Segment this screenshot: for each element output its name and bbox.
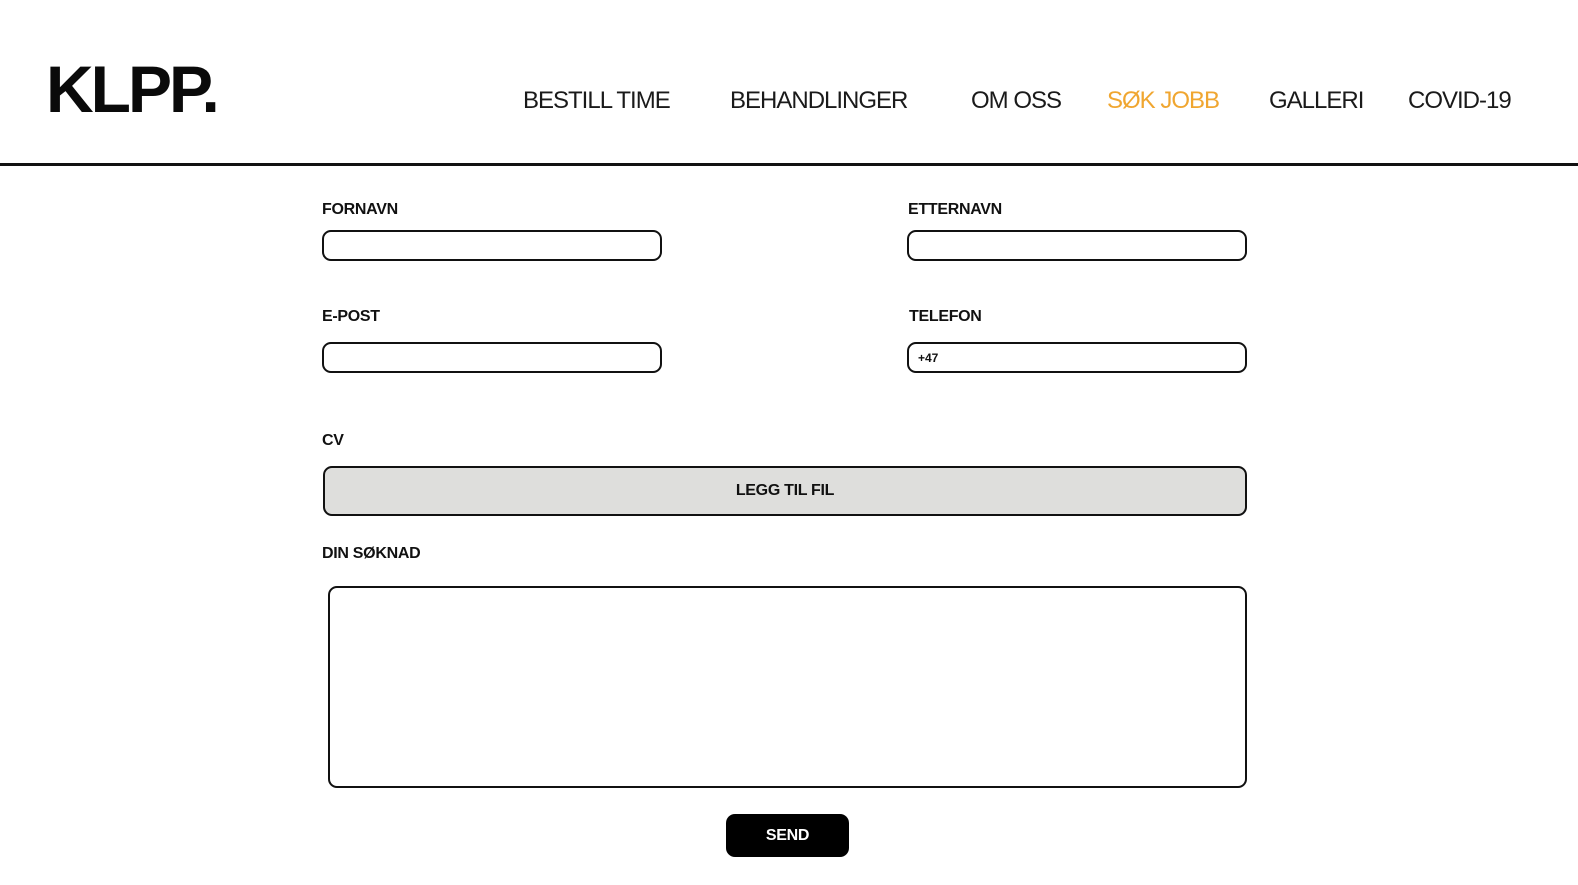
cv-label: CV (322, 432, 344, 449)
first-name-input[interactable] (322, 230, 662, 261)
last-name-label: ETTERNAVN (908, 201, 1002, 218)
phone-label: TELEFON (909, 308, 982, 325)
nav-item-galleri[interactable]: GALLERI (1269, 89, 1364, 113)
application-label: DIN SØKNAD (322, 545, 421, 562)
nav-item-covid-19[interactable]: COVID-19 (1408, 89, 1512, 113)
add-file-button[interactable]: LEGG TIL FIL (323, 466, 1247, 516)
email-label: E-POST (322, 308, 380, 325)
last-name-input[interactable] (907, 230, 1247, 261)
phone-input[interactable] (907, 342, 1247, 373)
first-name-label: FORNAVN (322, 201, 398, 218)
nav-item-behandlinger[interactable]: BEHANDLINGER (730, 89, 908, 113)
send-button[interactable]: SEND (726, 814, 849, 857)
nav-item-om-oss[interactable]: OM OSS (971, 89, 1062, 113)
application-textarea[interactable] (328, 586, 1247, 788)
nav-item-sok-jobb[interactable]: SØK JOBB (1107, 89, 1220, 113)
nav-item-bestill-time[interactable]: BESTILL TIME (523, 89, 671, 113)
email-input[interactable] (322, 342, 662, 373)
header-divider (0, 163, 1578, 166)
site-logo[interactable]: KLPP. (46, 56, 220, 122)
